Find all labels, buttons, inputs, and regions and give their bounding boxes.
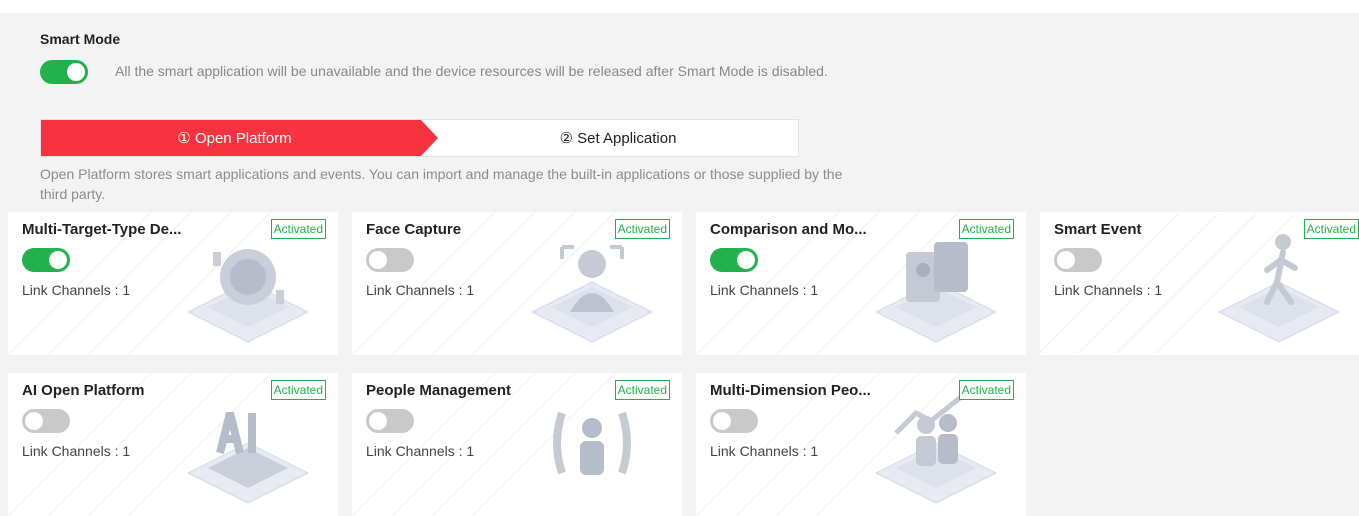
status-badge: Activated (614, 380, 670, 400)
app-name: People Management (366, 382, 512, 399)
status-badge: Activated (270, 219, 326, 239)
app-card-multi-target: Multi-Target-Type De... Activated Link C… (8, 212, 338, 355)
status-badge: Activated (958, 380, 1014, 400)
status-badge: Activated (270, 380, 326, 400)
status-badge: Activated (1303, 219, 1359, 239)
link-channels: Link Channels : 1 (22, 443, 131, 459)
step-open-platform[interactable]: ① Open Platform (41, 120, 438, 156)
toggle-knob (67, 63, 85, 81)
app-name: Multi-Dimension Peo... (710, 382, 871, 399)
link-channels: Link Channels : 1 (22, 282, 131, 298)
app-name: Comparison and Mo... (710, 221, 867, 238)
toggle-knob (25, 412, 43, 430)
app-card-people-management: People Management Activated Link Channel… (352, 373, 682, 516)
toggle-knob (49, 251, 67, 269)
toggle-knob (369, 412, 387, 430)
top-bar (0, 0, 1359, 13)
toggle-knob (737, 251, 755, 269)
app-toggle[interactable] (710, 248, 758, 272)
link-channels: Link Channels : 1 (1054, 282, 1163, 298)
link-channels: Link Channels : 1 (366, 443, 475, 459)
step-indicator: ① Open Platform ② Set Application (40, 119, 799, 157)
toggle-knob (369, 251, 387, 269)
link-channels: Link Channels : 1 (710, 282, 819, 298)
app-card-comparison: Comparison and Mo... Activated Link Chan… (696, 212, 1026, 355)
app-toggle[interactable] (710, 409, 758, 433)
open-platform-description: Open Platform stores smart applications … (40, 166, 843, 202)
status-badge: Activated (614, 219, 670, 239)
smart-mode-toggle[interactable] (40, 60, 88, 84)
app-toggle[interactable] (22, 248, 70, 272)
app-toggle[interactable] (366, 409, 414, 433)
app-toggle[interactable] (1054, 248, 1102, 272)
toggle-knob (1057, 251, 1075, 269)
app-card-smart-event: Smart Event Activated Link Channels : 1 (1040, 212, 1359, 355)
app-name: Multi-Target-Type De... (22, 221, 182, 238)
app-name: Smart Event (1054, 221, 1142, 238)
link-channels: Link Channels : 1 (710, 443, 819, 459)
app-name: Face Capture (366, 221, 462, 238)
app-card-ai-open-platform: AI Open Platform Activated Link Channels… (8, 373, 338, 516)
step-set-application[interactable]: ② Set Application (438, 120, 798, 156)
status-badge: Activated (958, 219, 1014, 239)
toggle-knob (713, 412, 731, 430)
link-channels: Link Channels : 1 (366, 282, 475, 298)
app-card-multi-dimension: Multi-Dimension Peo... Activated Link Ch… (696, 373, 1026, 516)
app-toggle[interactable] (366, 248, 414, 272)
app-name: AI Open Platform (22, 382, 145, 399)
smart-mode-title: Smart Mode (40, 31, 121, 47)
smart-mode-note: All the smart application will be unavai… (115, 63, 828, 79)
app-card-face-capture: Face Capture Activated Link Channels : 1 (352, 212, 682, 355)
app-toggle[interactable] (22, 409, 70, 433)
